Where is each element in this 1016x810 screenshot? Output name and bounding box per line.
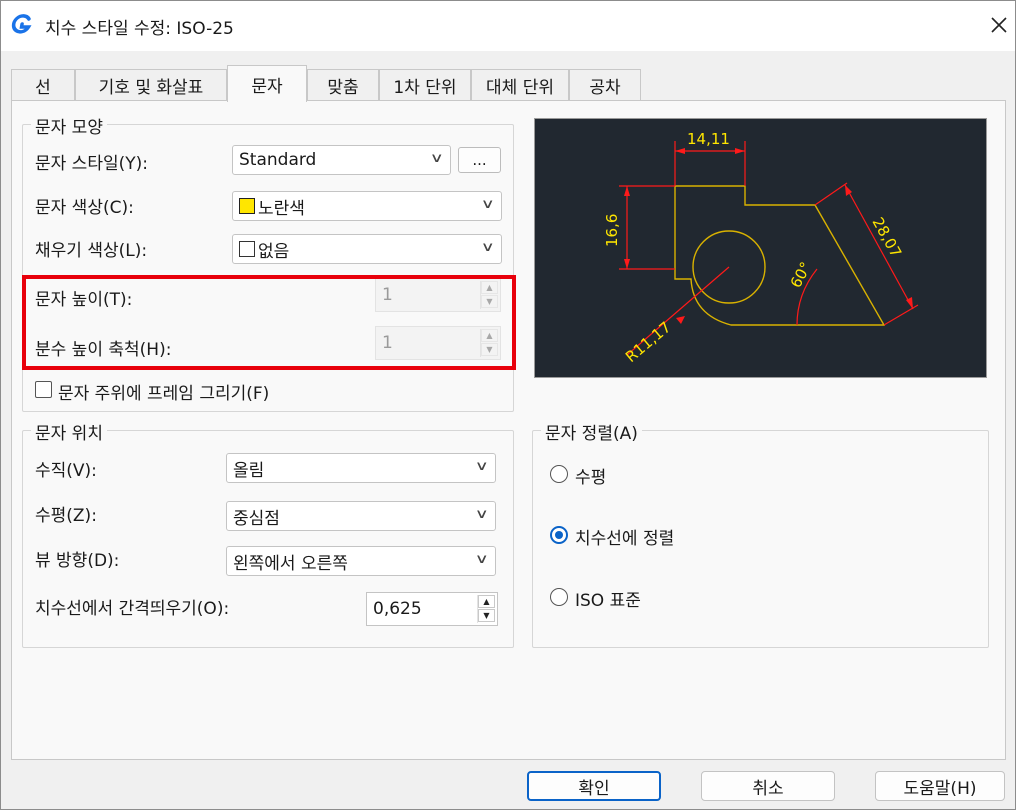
view-direction-label: 뷰 방향(D): xyxy=(35,551,120,571)
view-direction-select[interactable]: 왼쪽에서 오른쪽 ∨ xyxy=(226,546,496,576)
close-icon xyxy=(991,17,1007,33)
spin-down-icon[interactable]: ▼ xyxy=(481,343,498,356)
close-button[interactable] xyxy=(983,9,1015,41)
tab-label: 1차 단위 xyxy=(393,78,457,98)
spin-buttons: ▲ ▼ xyxy=(477,595,495,623)
chevron-down-icon: ∨ xyxy=(475,507,490,522)
dim-top-text: 14,11 xyxy=(687,130,730,148)
text-color-label: 문자 색상(C): xyxy=(35,198,134,218)
cancel-label: 취소 xyxy=(752,778,784,799)
dim-left-text: 16,6 xyxy=(603,214,621,247)
title-bar: 치수 스타일 수정: ISO-25 xyxy=(1,1,1015,51)
fill-color-label: 채우기 색상(L): xyxy=(35,241,148,261)
app-logo-icon xyxy=(11,14,32,34)
offset-spinner[interactable]: 0,625 ▲ ▼ xyxy=(366,592,498,626)
tab-primary-units[interactable]: 1차 단위 xyxy=(379,69,471,101)
text-height-spinner[interactable]: 1 ▲ ▼ xyxy=(375,278,501,312)
chevron-down-icon: ∨ xyxy=(481,197,496,212)
radio-aligned-with-dimline[interactable] xyxy=(550,526,568,544)
horizontal-select[interactable]: 중심점 ∨ xyxy=(226,501,496,531)
spin-down-icon[interactable]: ▼ xyxy=(478,609,495,622)
spin-up-icon[interactable]: ▲ xyxy=(481,281,498,294)
spin-buttons: ▲ ▼ xyxy=(480,329,498,357)
fraction-height-spinner[interactable]: 1 ▲ ▼ xyxy=(375,326,501,360)
fill-color-value: 없음 xyxy=(258,241,290,262)
cancel-button[interactable]: 취소 xyxy=(701,771,835,801)
chevron-down-icon: ∨ xyxy=(475,459,490,474)
tab-lines[interactable]: 선 xyxy=(11,69,75,101)
ok-button[interactable]: 확인 xyxy=(527,771,661,801)
radio-iso-standard[interactable] xyxy=(550,588,568,606)
chevron-down-icon: ∨ xyxy=(430,151,445,166)
preview-drawing: 14,11 16,6 28,07 60° R11,17 xyxy=(603,130,919,366)
spin-down-icon[interactable]: ▼ xyxy=(481,295,498,308)
view-direction-value: 왼쪽에서 오른쪽 xyxy=(233,553,348,574)
group-title: 문자 위치 xyxy=(31,419,107,444)
text-height-value: 1 xyxy=(382,285,393,305)
text-style-value: Standard xyxy=(239,150,317,170)
spin-up-icon[interactable]: ▲ xyxy=(481,329,498,342)
tab-symbols-arrows[interactable]: 기호 및 화살표 xyxy=(75,69,227,101)
text-color-select[interactable]: 노란색 ∨ xyxy=(232,191,502,221)
dim-radius-text: R11,17 xyxy=(622,318,674,366)
tab-label: 문자 xyxy=(251,76,283,97)
tab-fit[interactable]: 맞춤 xyxy=(307,69,379,101)
spin-buttons: ▲ ▼ xyxy=(480,281,498,309)
offset-label: 치수선에서 간격띄우기(O): xyxy=(35,599,230,619)
vertical-value: 올림 xyxy=(233,460,265,481)
window-title: 치수 스타일 수정: ISO-25 xyxy=(45,19,234,39)
radio-horizontal[interactable] xyxy=(550,465,568,483)
chevron-down-icon: ∨ xyxy=(481,240,496,255)
fill-color-select[interactable]: 없음 ∨ xyxy=(232,234,502,264)
radio-iso-label: ISO 표준 xyxy=(575,591,641,611)
radio-horizontal-label: 수평 xyxy=(575,468,607,488)
fraction-height-label: 분수 높이 축척(H): xyxy=(35,340,172,360)
browse-label: ... xyxy=(472,151,487,169)
chevron-down-icon: ∨ xyxy=(475,552,490,567)
text-style-browse-button[interactable]: ... xyxy=(458,147,501,173)
frame-text-checkbox[interactable] xyxy=(35,381,52,398)
tab-label: 맞춤 xyxy=(327,78,359,98)
horizontal-value: 중심점 xyxy=(233,508,280,529)
color-swatch xyxy=(239,241,255,257)
spin-up-icon[interactable]: ▲ xyxy=(478,595,495,608)
group-title: 문자 정렬(A) xyxy=(541,419,642,444)
text-style-label: 문자 스타일(Y): xyxy=(35,154,148,174)
tab-text[interactable]: 문자 xyxy=(227,65,307,102)
radio-aligned-label: 치수선에 정렬 xyxy=(575,529,675,549)
text-height-label: 문자 높이(T): xyxy=(35,290,133,310)
tab-label: 대체 단위 xyxy=(486,78,554,98)
ok-label: 확인 xyxy=(578,778,610,799)
dialog-window: 치수 스타일 수정: ISO-25 선 기호 및 화살표 문자 맞춤 1차 단위… xyxy=(0,0,1016,810)
text-color-value: 노란색 xyxy=(258,198,305,219)
vertical-label: 수직(V): xyxy=(35,461,97,481)
color-swatch xyxy=(239,198,255,214)
text-style-select[interactable]: Standard ∨ xyxy=(232,145,451,175)
dim-angle-text: 60° xyxy=(787,259,815,291)
dimension-preview: 14,11 16,6 28,07 60° R11,17 xyxy=(534,118,987,378)
tab-label: 기호 및 화살표 xyxy=(98,78,204,98)
frame-text-label: 문자 주위에 프레임 그리기(F) xyxy=(58,384,270,404)
horizontal-label: 수평(Z): xyxy=(35,506,97,526)
tab-label: 선 xyxy=(35,78,51,98)
group-title: 문자 모양 xyxy=(31,113,107,138)
offset-value: 0,625 xyxy=(373,599,422,619)
tab-tolerances[interactable]: 공차 xyxy=(569,69,641,101)
vertical-select[interactable]: 올림 ∨ xyxy=(226,453,496,483)
tab-label: 공차 xyxy=(589,78,621,98)
help-button[interactable]: 도움말(H) xyxy=(875,771,1005,801)
fraction-height-value: 1 xyxy=(382,333,393,353)
help-label: 도움말(H) xyxy=(903,778,977,799)
tab-alternate-units[interactable]: 대체 단위 xyxy=(471,69,569,101)
